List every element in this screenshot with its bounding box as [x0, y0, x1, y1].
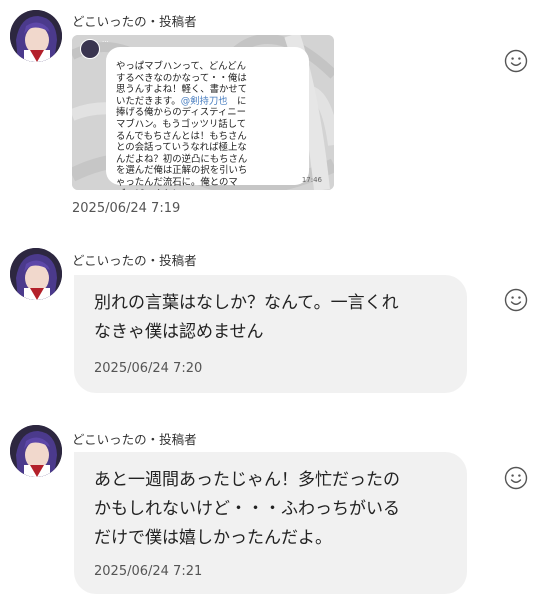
image-avatar-icon — [80, 39, 100, 59]
image-timestamp: 17:46 — [301, 176, 322, 184]
author-name[interactable]: どこいったの・投稿者 — [72, 429, 197, 448]
image-header-dots: ... — [102, 36, 109, 44]
image-message-card: やっぱマブハンって、どんどん するべきなのかなって・・俺は 思うんすよね！軽く、… — [106, 47, 309, 190]
image-text-after-mention: に 捧げる俺からのディスティニー マブハン。もうゴッツリ話して るんでもちさんと… — [116, 95, 248, 190]
smiley-icon[interactable] — [504, 466, 528, 490]
post-timestamp: 2025/06/24 7:20 — [94, 361, 203, 376]
smiley-icon[interactable] — [504, 49, 528, 73]
author-name[interactable]: どこいったの・投稿者 — [72, 11, 197, 30]
attached-image[interactable]: ... やっぱマブハンって、どんどん するべきなのかなって・・俺は 思うんすよね… — [72, 35, 334, 190]
comment-bubble: あと一週間あったじゃん！多忙だったの かもしれないけど・・・ふわっちがいる だけ… — [74, 452, 467, 594]
comment-text: あと一週間あったじゃん！多忙だったの かもしれないけど・・・ふわっちがいる だけ… — [94, 470, 400, 548]
post-timestamp: 2025/06/24 7:19 — [72, 201, 181, 216]
author-name[interactable]: どこいったの・投稿者 — [72, 250, 197, 269]
avatar-icon[interactable] — [10, 10, 62, 62]
post-timestamp: 2025/06/24 7:21 — [94, 564, 203, 579]
image-message-text: やっぱマブハンって、どんどん するべきなのかなって・・俺は 思うんすよね！軽く、… — [116, 61, 301, 190]
comment-text: 別れの言葉はなしか？なんて。一言くれ なきゃ僕は認めません — [94, 293, 399, 342]
smiley-icon[interactable] — [504, 288, 528, 312]
comment-bubble: 別れの言葉はなしか？なんて。一言くれ なきゃ僕は認めません 2025/06/24… — [74, 275, 467, 393]
avatar-icon[interactable] — [10, 248, 62, 300]
image-mention: @剣持刀也 — [180, 95, 228, 107]
avatar-icon[interactable] — [10, 425, 62, 477]
